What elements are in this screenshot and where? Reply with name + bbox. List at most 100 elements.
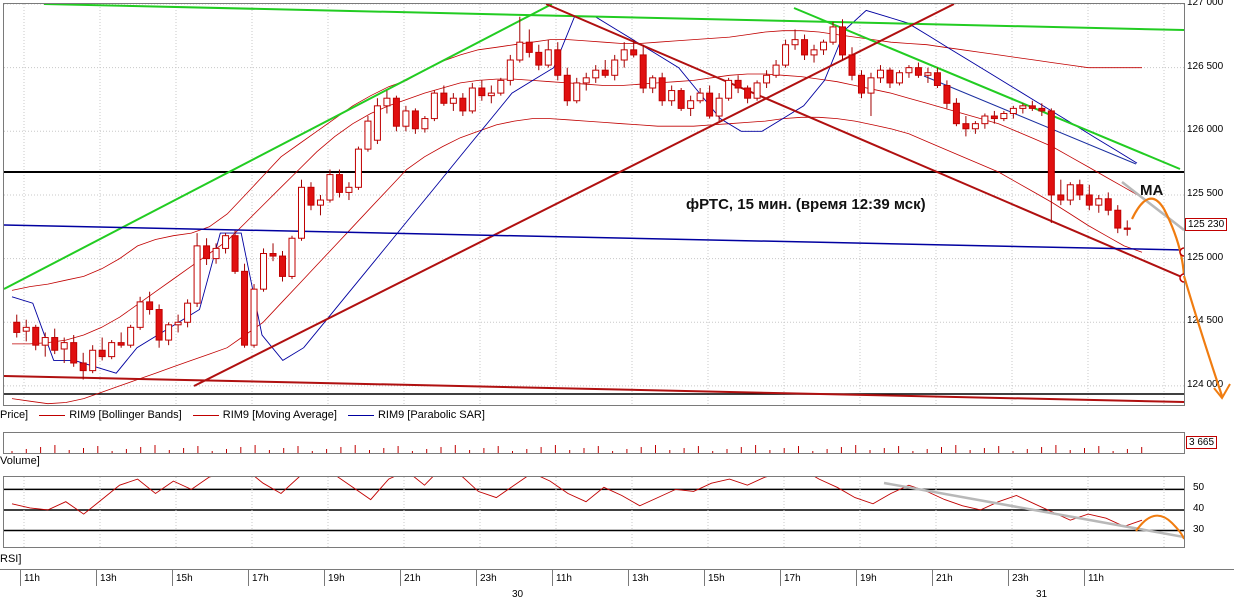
candle-body bbox=[696, 92, 704, 102]
candle-body bbox=[117, 342, 125, 346]
candle-body bbox=[649, 77, 657, 89]
legend-sar: RIM9 [Parabolic SAR] bbox=[377, 409, 485, 421]
candle-body bbox=[582, 77, 590, 84]
candle-body bbox=[487, 92, 495, 97]
legend-sar-swatch bbox=[347, 414, 374, 416]
candle-body bbox=[440, 92, 448, 104]
candle-body bbox=[601, 69, 609, 76]
legend-ma: RIM9 [Moving Average] bbox=[222, 409, 337, 421]
candle-body bbox=[250, 288, 258, 346]
time-tick-label: 17h bbox=[784, 573, 801, 584]
candle-body bbox=[108, 342, 116, 358]
candle-body bbox=[165, 324, 173, 341]
candle-body bbox=[772, 64, 780, 76]
chart-title-annotation: фРТС, 15 мин. (время 12:39 мск) bbox=[686, 196, 926, 213]
rsi-svg bbox=[4, 477, 1184, 547]
candle-body bbox=[535, 51, 543, 66]
candle-body bbox=[753, 82, 761, 99]
time-tick-mark bbox=[704, 570, 705, 586]
candle-body bbox=[212, 247, 220, 260]
candle-body bbox=[127, 326, 135, 346]
candle-body bbox=[1123, 227, 1131, 230]
candle-body bbox=[335, 174, 343, 193]
candle-body bbox=[70, 342, 78, 364]
candle-body bbox=[611, 59, 619, 76]
candle-body bbox=[687, 100, 695, 109]
candle-body bbox=[630, 49, 638, 56]
candle-body bbox=[32, 326, 40, 346]
legend-price: Price] bbox=[0, 409, 29, 421]
candle-body bbox=[497, 79, 505, 94]
price-tick-label: 127 000 bbox=[1187, 0, 1224, 8]
candle-body bbox=[867, 77, 875, 94]
time-tick-label: 23h bbox=[480, 573, 497, 584]
forecast-arrow-tail bbox=[1182, 275, 1231, 400]
candle-body bbox=[1095, 198, 1103, 206]
candle-body bbox=[60, 342, 68, 350]
candle-body bbox=[924, 72, 932, 76]
candle-body bbox=[89, 349, 97, 372]
candle-body bbox=[364, 120, 372, 150]
candle-body bbox=[677, 90, 685, 109]
candle-body bbox=[782, 44, 790, 66]
candle-body bbox=[952, 102, 960, 125]
candle-body bbox=[725, 79, 733, 99]
time-tick-mark bbox=[96, 570, 97, 586]
candle-body bbox=[459, 97, 467, 112]
candle-body bbox=[478, 87, 486, 97]
parabolic-sar-line bbox=[11, 9, 1138, 374]
candle-body bbox=[316, 199, 324, 206]
candle-body bbox=[886, 69, 894, 84]
candle-body bbox=[639, 54, 647, 89]
candle-body bbox=[51, 337, 59, 351]
candle-body bbox=[1019, 105, 1027, 109]
time-tick-label: 11h bbox=[1088, 573, 1104, 584]
candle-body bbox=[829, 26, 837, 43]
candle-body bbox=[421, 118, 429, 130]
price-tick-label: 126 500 bbox=[1187, 60, 1224, 72]
time-tick-mark bbox=[324, 570, 325, 586]
candle-body bbox=[1104, 198, 1112, 211]
candle-body bbox=[895, 72, 903, 84]
time-tick-label: 11h bbox=[24, 573, 40, 584]
candle-body bbox=[1038, 107, 1046, 112]
time-tick-label: 21h bbox=[404, 573, 421, 584]
time-tick-mark bbox=[248, 570, 249, 586]
candle-body bbox=[269, 253, 277, 257]
candle-body bbox=[620, 49, 628, 61]
ma-annotation: MA bbox=[1140, 182, 1164, 199]
candle-body bbox=[184, 302, 192, 323]
candle-body bbox=[848, 54, 856, 76]
candle-body bbox=[1047, 110, 1055, 196]
candle-body bbox=[801, 39, 809, 56]
candle-body bbox=[146, 301, 154, 311]
candle-body bbox=[155, 309, 163, 341]
red-trendline-down bbox=[545, 4, 1184, 279]
price-tick-label: 125 500 bbox=[1187, 187, 1224, 199]
price-tick-label: 125 000 bbox=[1187, 251, 1224, 263]
candle-body bbox=[962, 123, 970, 130]
candle-body bbox=[22, 326, 30, 332]
date-label: 30 bbox=[512, 589, 524, 600]
volume-svg bbox=[11, 445, 1143, 453]
legend-bollinger: RIM9 [Bollinger Bands] bbox=[69, 409, 182, 421]
volume-title: Volume] bbox=[0, 455, 40, 467]
candle-body bbox=[857, 74, 865, 94]
candle-body bbox=[231, 235, 239, 272]
time-tick-mark bbox=[172, 570, 173, 586]
candle-body bbox=[981, 115, 989, 125]
rsi-tick-label: 50 bbox=[1193, 482, 1205, 494]
candle-body bbox=[715, 97, 723, 117]
last-price-label: 125 230 bbox=[1185, 218, 1228, 231]
candle-body bbox=[373, 105, 381, 141]
candle-body bbox=[1076, 184, 1084, 196]
candle-body bbox=[1028, 105, 1036, 109]
candle-body bbox=[288, 237, 296, 277]
candle-body bbox=[516, 41, 524, 61]
time-tick-mark bbox=[1008, 570, 1009, 586]
time-tick-label: 23h bbox=[1012, 573, 1029, 584]
time-tick-label: 15h bbox=[708, 573, 725, 584]
green-trendline-down bbox=[793, 7, 1181, 170]
time-tick-mark bbox=[552, 570, 553, 586]
candle-body bbox=[98, 349, 106, 358]
